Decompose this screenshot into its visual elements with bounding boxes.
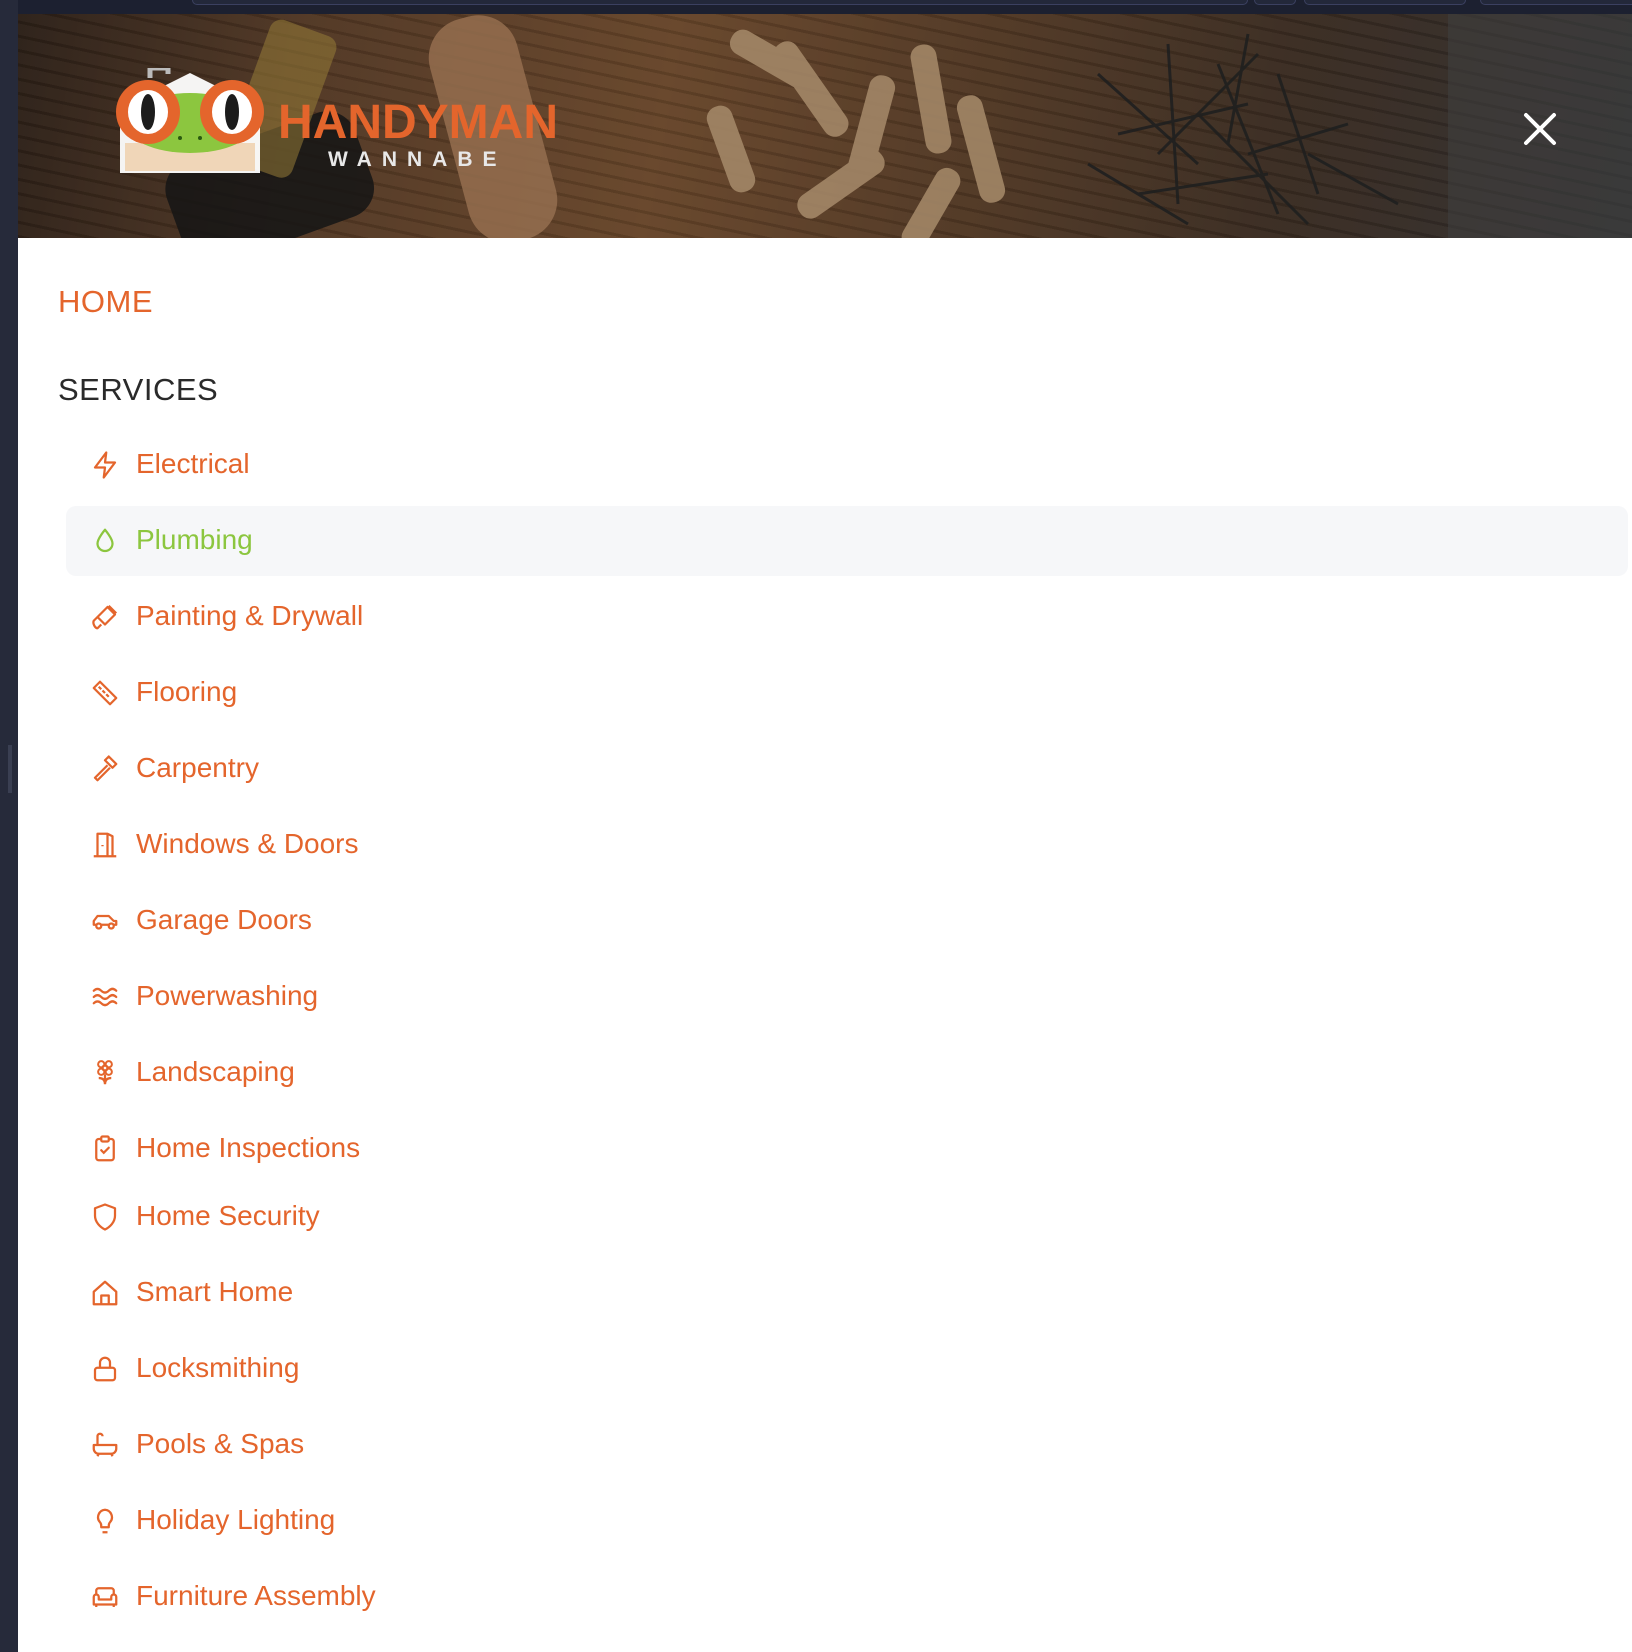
service-item-furniture-assembly[interactable]: Furniture Assembly xyxy=(66,1562,1628,1632)
service-label: Smart Home xyxy=(136,1276,294,1307)
top-edge-bar xyxy=(18,0,1632,14)
lightning-icon xyxy=(93,451,117,479)
service-item-home-security[interactable]: Home Security xyxy=(66,1182,1628,1252)
service-label: Powerwashing xyxy=(136,980,319,1011)
service-label: Locksmithing xyxy=(136,1352,300,1383)
service-label: Flooring xyxy=(136,676,238,707)
brand-logo[interactable]: HANDYMAN WANNABE xyxy=(110,68,590,198)
bathtub-icon xyxy=(92,1432,118,1457)
shield-icon xyxy=(93,1203,117,1231)
service-label: Holiday Lighting xyxy=(136,1504,336,1535)
toolbar-fragment xyxy=(1304,0,1466,5)
service-item-home-inspections[interactable]: Home Inspections xyxy=(66,1114,1628,1184)
service-label: Home Inspections xyxy=(136,1132,361,1163)
home-link[interactable]: HOME xyxy=(58,282,153,322)
service-item-powerwashing[interactable]: Powerwashing xyxy=(66,962,1628,1032)
door-icon xyxy=(93,832,117,858)
service-item-locksmithing[interactable]: Locksmithing xyxy=(66,1334,1628,1404)
service-item-painting-drywall[interactable]: Painting & Drywall xyxy=(66,582,1628,652)
lightbulb-icon xyxy=(96,1508,114,1534)
service-label: Painting & Drywall xyxy=(136,600,364,631)
hammer-icon xyxy=(93,755,118,782)
service-item-landscaping[interactable]: Landscaping xyxy=(66,1038,1628,1108)
service-item-windows-doors[interactable]: Windows & Doors xyxy=(66,810,1628,880)
service-item-plumbing[interactable]: Plumbing xyxy=(66,506,1628,576)
menu-list: HOME SERVICES Electrical Plumbing Painti… xyxy=(18,238,1632,1652)
service-label: Windows & Doors xyxy=(136,828,359,859)
service-label: Electrical xyxy=(136,448,250,479)
left-edge-panel xyxy=(0,0,18,1652)
ruler-icon xyxy=(92,680,118,706)
service-label: Garage Doors xyxy=(136,904,312,935)
waves-icon xyxy=(92,987,118,1007)
toolbar-fragment xyxy=(1254,0,1296,5)
service-item-garage-doors[interactable]: Garage Doors xyxy=(66,886,1628,956)
browser-viewport: HANDYMAN WANNABE HOME SERVICES Electrica… xyxy=(0,0,1632,1652)
car-icon xyxy=(92,914,118,930)
service-label: Plumbing xyxy=(136,524,253,555)
sofa-icon xyxy=(92,1587,118,1607)
frog-house-logo-icon xyxy=(116,68,264,173)
service-item-carpentry[interactable]: Carpentry xyxy=(66,734,1628,804)
brand-tagline: WANNABE xyxy=(328,148,507,171)
menu-header-banner: HANDYMAN WANNABE xyxy=(18,14,1632,238)
resize-handle[interactable] xyxy=(8,745,12,793)
service-label: Pools & Spas xyxy=(136,1428,305,1459)
lock-icon xyxy=(93,1356,117,1382)
water-drop-icon xyxy=(96,528,114,553)
service-label: Carpentry xyxy=(136,752,259,783)
service-item-smart-home[interactable]: Smart Home xyxy=(66,1258,1628,1328)
service-item-flooring[interactable]: Flooring xyxy=(66,658,1628,728)
service-item-electrical[interactable]: Electrical xyxy=(66,430,1628,500)
service-label: Home Security xyxy=(136,1200,320,1231)
service-label: Landscaping xyxy=(136,1056,295,1087)
mobile-menu-panel: HANDYMAN WANNABE HOME SERVICES Electrica… xyxy=(18,14,1632,1652)
service-item-holiday-lighting[interactable]: Holiday Lighting xyxy=(66,1486,1628,1556)
flower-icon xyxy=(97,1060,113,1085)
close-menu-button[interactable] xyxy=(1520,109,1560,149)
services-heading[interactable]: SERVICES xyxy=(58,370,218,410)
service-item-pools-spas[interactable]: Pools & Spas xyxy=(66,1410,1628,1480)
house-icon xyxy=(92,1280,118,1306)
close-icon xyxy=(1524,113,1556,145)
paintbrush-icon xyxy=(92,604,118,630)
clipboard-check-icon xyxy=(95,1135,115,1162)
service-label: Furniture Assembly xyxy=(136,1580,376,1611)
toolbar-fragment xyxy=(192,0,1248,5)
brand-name: HANDYMAN xyxy=(278,96,558,149)
toolbar-fragment xyxy=(1480,0,1632,5)
